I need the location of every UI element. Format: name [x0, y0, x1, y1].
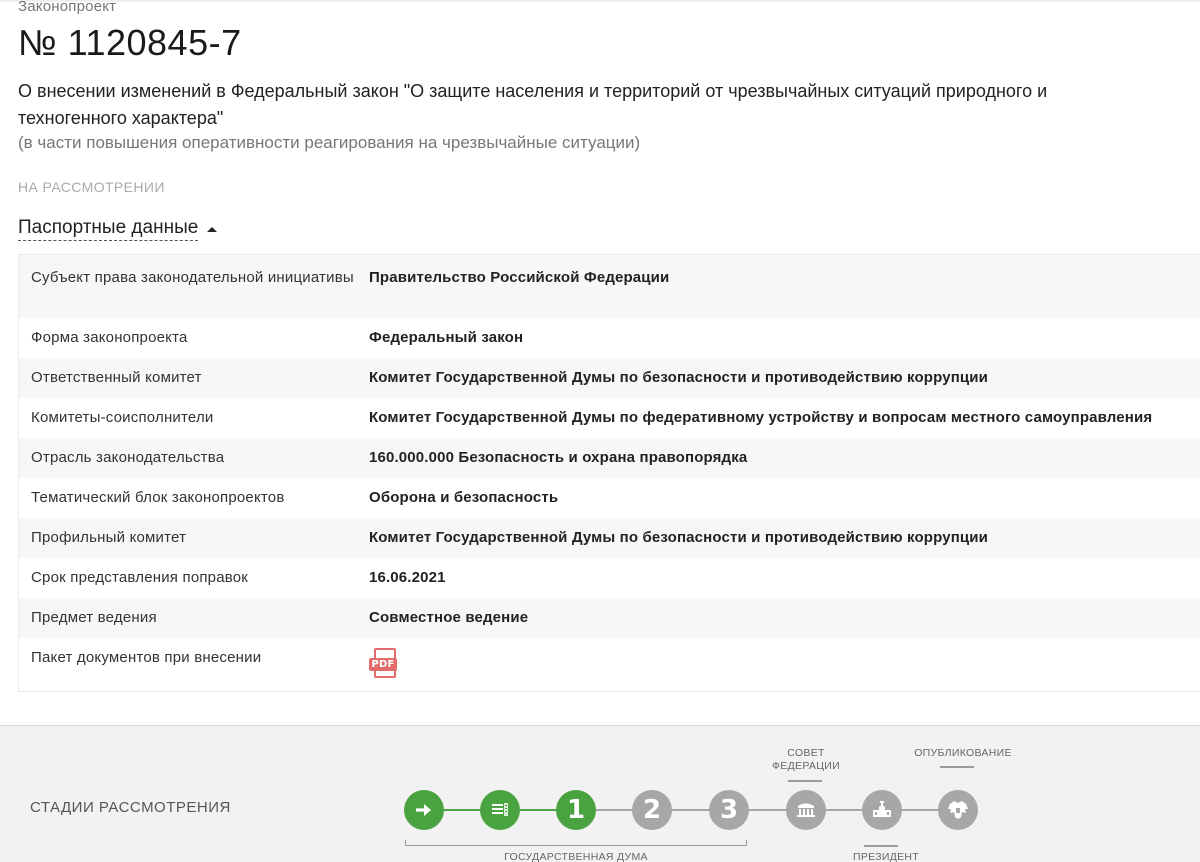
passport-toggle-label[interactable]: Паспортные данные — [18, 217, 199, 241]
federation-council-bracket — [788, 780, 822, 782]
stage-connector — [747, 809, 787, 811]
passport-toggle[interactable]: Паспортные данные — [18, 217, 218, 241]
stage-connector — [595, 809, 635, 811]
duma-label: ГОСУДАРСТВЕННАЯ ДУМА — [504, 851, 648, 862]
stage-number: 2 — [642, 795, 662, 825]
bill-type-label: Законопроект — [18, 0, 117, 15]
passport-row-label: Пакет документов при внесении — [31, 649, 262, 666]
passport-row-value: Правительство Российской Федерации — [369, 269, 670, 286]
passport-row-label: Комитеты-соисполнители — [31, 409, 214, 426]
stage-connector — [900, 809, 940, 811]
passport-row-value: Совместное ведение — [369, 609, 529, 626]
stage-connector — [671, 809, 711, 811]
stage-connector — [824, 809, 864, 811]
publishing-bracket — [940, 766, 974, 768]
passport-row: Субъект права законодательной инициативы… — [19, 255, 1200, 318]
publishing-label: ОПУБЛИКОВАНИЕ — [914, 747, 1012, 759]
pdf-icon[interactable]: PDF — [369, 648, 399, 680]
stage-connector — [519, 809, 559, 811]
passport-row-value: Федеральный закон — [369, 329, 524, 346]
top-shadow — [0, 0, 1200, 3]
pdf-badge: PDF — [369, 658, 397, 671]
passport-row-label: Предмет ведения — [31, 609, 157, 626]
passport-row-value: PDF — [369, 648, 1200, 680]
stages-title: СТАДИИ РАССМОТРЕНИЯ — [30, 799, 231, 816]
passport-row-value: Оборона и безопасность — [369, 489, 559, 506]
passport-row-label: Ответственный комитет — [31, 369, 202, 386]
passport-row: Отрасль законодательства 160.000.000 Без… — [19, 438, 1200, 478]
stages-section: СТАДИИ РАССМОТРЕНИЯ 1 2 3 СОВЕТ ФЕДЕРАЦИ… — [0, 725, 1200, 862]
stage-publishing[interactable] — [938, 790, 978, 830]
passport-row-value: 160.000.000 Безопасность и охрана правоп… — [369, 449, 748, 466]
passport-row: Профильный комитет Комитет Государственн… — [19, 518, 1200, 558]
stage-second-reading[interactable]: 2 — [632, 790, 672, 830]
stage-president[interactable] — [862, 790, 902, 830]
bill-subtitle: (в части повышения оперативности реагиро… — [18, 133, 641, 152]
passport-row: Тематический блок законопроектов Оборона… — [19, 478, 1200, 518]
bill-status: НА РАССМОТРЕНИИ — [18, 179, 165, 195]
passport-row-value[interactable]: Комитет Государственной Думы по безопасн… — [369, 368, 1200, 388]
federation-council-label-line2: ФЕДЕРАЦИИ — [772, 760, 840, 772]
passport-row-value[interactable]: Комитет Государственной Думы по федерати… — [369, 408, 1200, 428]
bill-title: О внесении изменений в Федеральный закон… — [18, 81, 1048, 128]
stage-introduction[interactable] — [404, 790, 444, 830]
passport-row-value[interactable]: Комитет Государственной Думы по безопасн… — [369, 528, 1200, 548]
caret-up-icon[interactable] — [207, 226, 218, 232]
passport-row-label: Форма законопроекта — [31, 329, 188, 346]
president-bracket — [864, 845, 898, 847]
stage-number: 3 — [719, 795, 739, 825]
passport-row: Ответственный комитет Комитет Государств… — [19, 358, 1200, 398]
duma-bracket — [405, 845, 747, 846]
passport-row: Предмет ведения Совместное ведение — [19, 598, 1200, 638]
passport-row-label: Тематический блок законопроектов — [31, 489, 285, 506]
emblem-icon — [948, 801, 968, 819]
stage-preliminary[interactable] — [480, 790, 520, 830]
stage-federation-council[interactable] — [786, 790, 826, 830]
stage-number: 1 — [566, 795, 586, 825]
passport-row-label: Профильный комитет — [31, 529, 187, 546]
federation-council-label-line1: СОВЕТ — [787, 747, 825, 759]
president-icon — [873, 801, 891, 817]
passport-row-label: Срок представления поправок — [31, 569, 249, 586]
passport-row: Срок представления поправок 16.06.2021 — [19, 558, 1200, 598]
stage-third-reading[interactable]: 3 — [709, 790, 749, 830]
passport-row: Пакет документов при внесении PDF — [19, 638, 1200, 691]
federation-council-label: СОВЕТ ФЕДЕРАЦИИ — [766, 747, 846, 773]
stage-connector — [443, 809, 483, 811]
passport-row-label: Субъект права законодательной инициативы — [31, 269, 354, 286]
passport-row-value: 16.06.2021 — [369, 569, 446, 586]
stage-first-reading[interactable]: 1 — [556, 790, 596, 830]
arrow-right-icon — [416, 804, 431, 816]
bill-number: № 1120845-7 — [18, 22, 242, 63]
passport-row: Форма законопроекта Федеральный закон — [19, 318, 1200, 358]
federation-council-icon — [797, 803, 815, 817]
passport-row: Комитеты-соисполнители Комитет Государст… — [19, 398, 1200, 438]
duma-bracket-tick — [746, 840, 747, 846]
document-list-icon — [492, 803, 508, 816]
passport-table: Субъект права законодательной инициативы… — [18, 254, 1200, 692]
president-label: ПРЕЗИДЕНТ — [852, 851, 920, 862]
passport-row-label: Отрасль законодательства — [31, 449, 225, 466]
